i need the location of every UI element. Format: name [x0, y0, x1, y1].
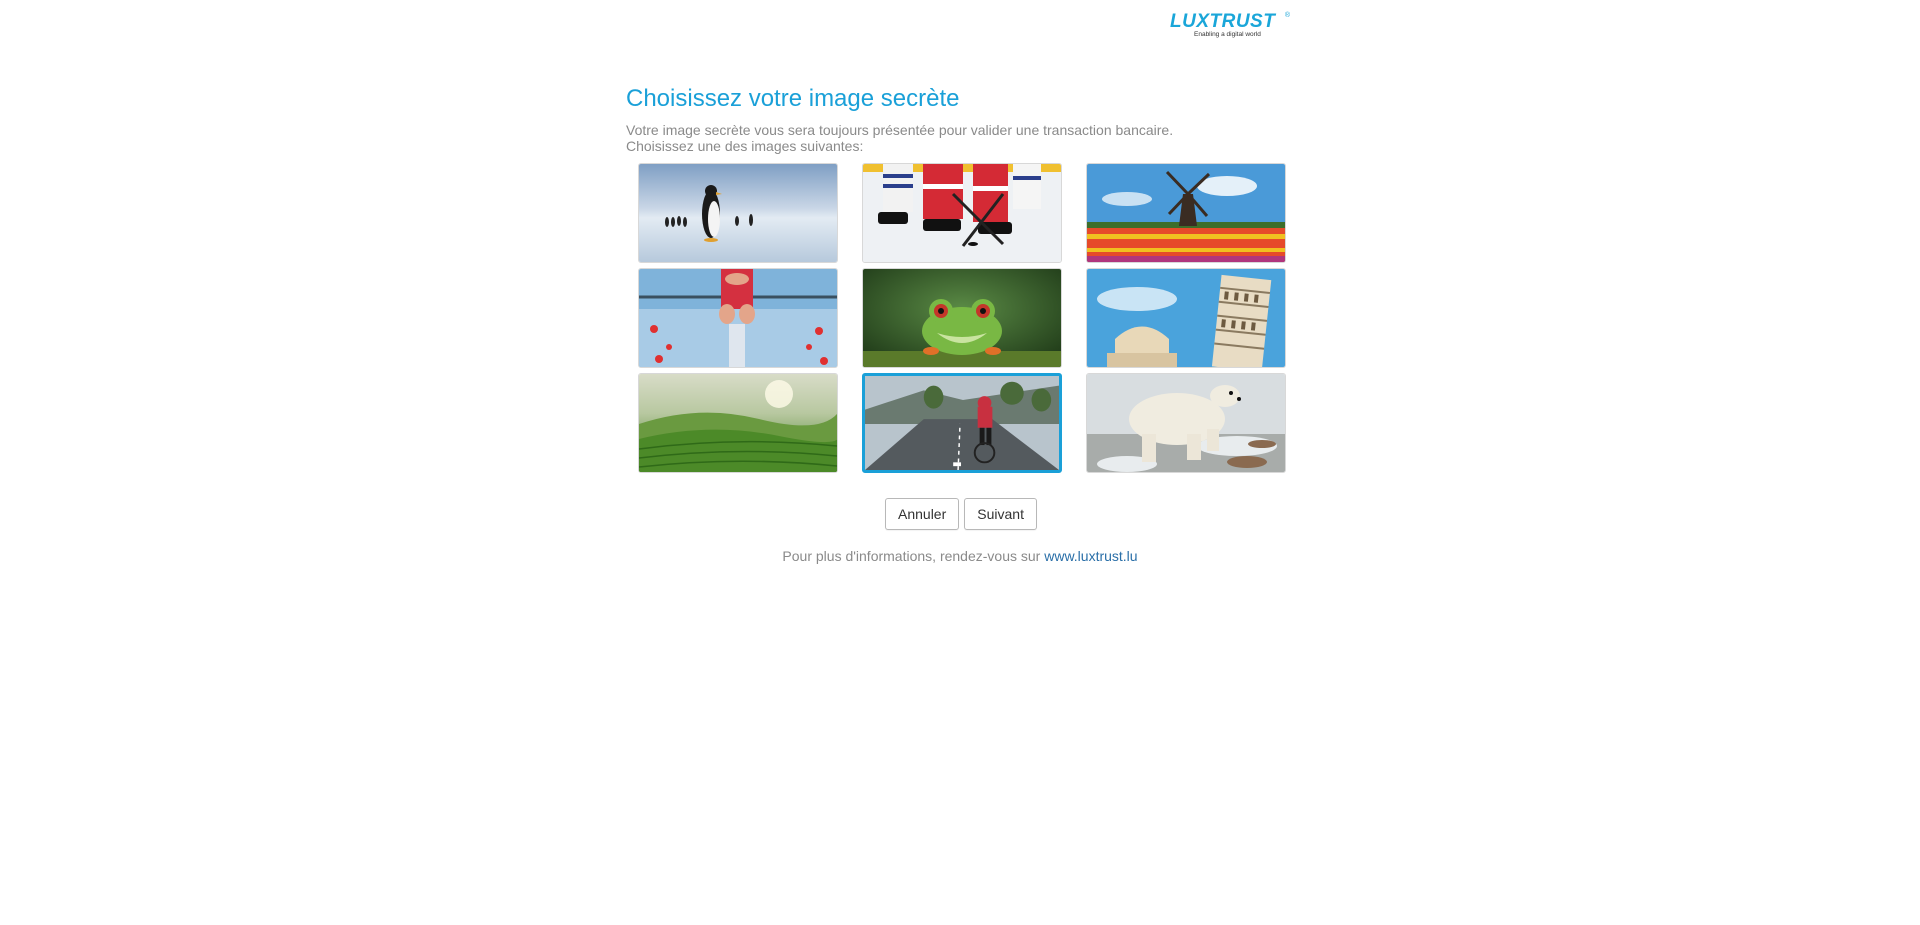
image-option-frog[interactable] [862, 268, 1062, 368]
next-button[interactable]: Suivant [964, 498, 1037, 530]
image-option-cyclist[interactable] [862, 373, 1062, 473]
image-option-windmill-tulips[interactable] [1086, 163, 1286, 263]
logo-wordmark: LUXTRUST [1170, 11, 1276, 32]
action-buttons: Annuler Suivant [885, 498, 1037, 530]
image-option-ice-hockey[interactable] [862, 163, 1062, 263]
rowing-image [639, 269, 837, 367]
luxtrust-logo: LUXTRUST ® Enabling a digital world [1170, 11, 1292, 39]
ice-hockey-image [863, 164, 1061, 262]
logo-tagline: Enabling a digital world [1194, 31, 1261, 38]
page-title: Choisissez votre image secrète [626, 85, 960, 112]
image-option-leaning-tower-of-pisa[interactable] [1086, 268, 1286, 368]
footer-text: Pour plus d'informations, rendez-vous su… [782, 548, 1045, 564]
penguins-image [639, 164, 837, 262]
image-option-tea-field[interactable] [638, 373, 838, 473]
windmill-tulips-image [1087, 164, 1285, 262]
description-line-1: Votre image secrète vous sera toujours p… [626, 122, 1174, 138]
polar-bear-image [1087, 374, 1285, 472]
image-option-rowing[interactable] [638, 268, 838, 368]
description-line-2: Choisissez une des images suivantes: [626, 138, 864, 154]
tea-field-image [639, 374, 837, 472]
cyclist-image [865, 376, 1059, 470]
page: LUXTRUST ® Enabling a digital world Choi… [0, 0, 1920, 925]
cancel-button[interactable]: Annuler [885, 498, 960, 530]
logo-registered-mark: ® [1284, 12, 1290, 19]
frog-image [863, 269, 1061, 367]
image-option-polar-bear[interactable] [1086, 373, 1286, 473]
luxtrust-website-link[interactable]: www.luxtrust.lu [1044, 548, 1137, 564]
page-description: Votre image secrète vous sera toujours p… [626, 122, 1173, 154]
footer-info: Pour plus d'informations, rendez-vous su… [0, 548, 1920, 564]
pisa-image [1087, 269, 1285, 367]
image-option-penguins[interactable] [638, 163, 838, 263]
secret-image-grid [638, 163, 1286, 473]
